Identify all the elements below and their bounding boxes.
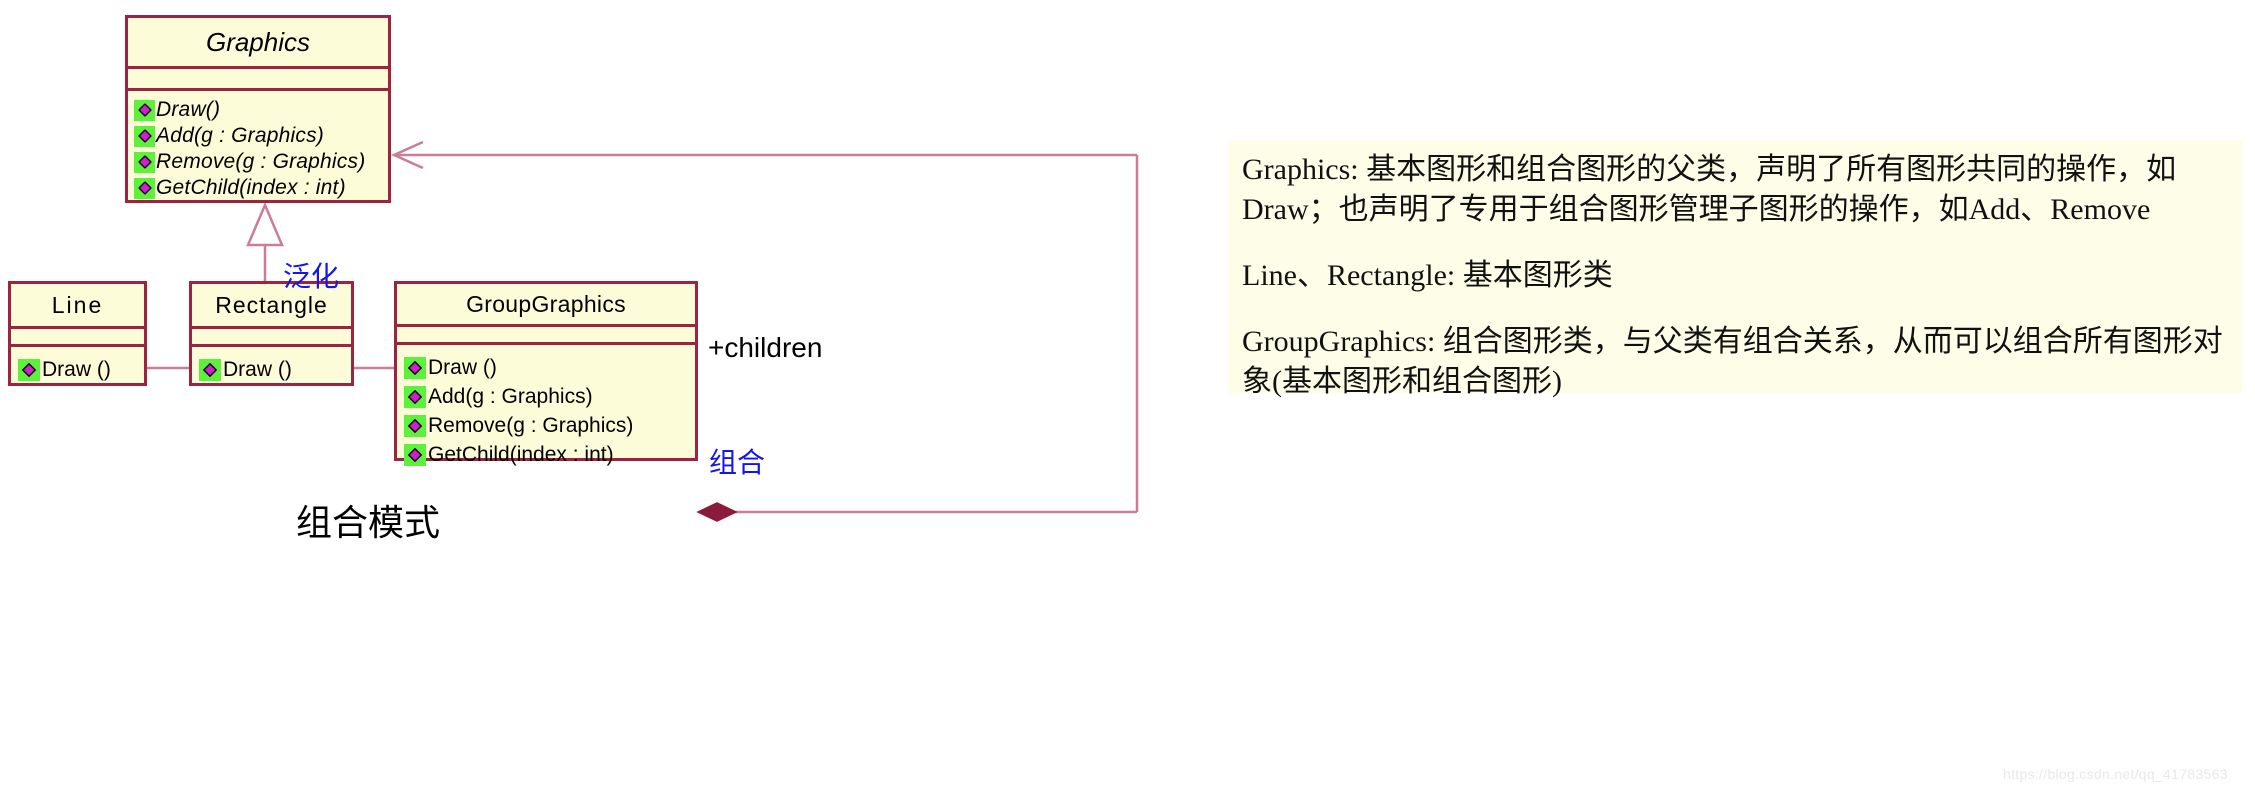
class-operations-line: Draw () xyxy=(11,344,144,384)
operation-diamond-icon xyxy=(134,151,155,173)
class-box-line[interactable]: Line Draw () xyxy=(8,281,147,386)
operation-diamond-icon xyxy=(404,443,426,466)
operation-row: Remove(g : Graphics) xyxy=(404,411,695,440)
operation-diamond-icon xyxy=(134,177,155,199)
operation-diamond-icon xyxy=(18,359,40,381)
class-attributes-line xyxy=(11,326,144,344)
operation-row: GetChild(index : int) xyxy=(404,440,695,469)
operation-row: GetChild(index : int) xyxy=(134,175,388,201)
operation-label: GetChild(index : int) xyxy=(428,442,614,466)
diagram-caption: 组合模式 xyxy=(296,503,441,544)
operation-diamond-icon xyxy=(404,414,426,437)
operation-label: Remove(g : Graphics) xyxy=(156,150,366,173)
operation-diamond-icon xyxy=(404,385,426,408)
operation-row: Add(g : Graphics) xyxy=(134,123,388,149)
composition-diamond xyxy=(696,502,738,522)
class-name-line: Line xyxy=(51,292,104,318)
class-name-groupgraphics: GroupGraphics xyxy=(466,291,626,317)
operation-diamond-icon xyxy=(134,125,155,147)
description-paragraph: Graphics: 基本图形和组合图形的父类，声明了所有图形共同的操作，如Dra… xyxy=(1242,153,2177,226)
description-paragraph: GroupGraphics: 组合图形类，与父类有组合关系，从而可以组合所有图形… xyxy=(1242,325,2223,398)
class-operations-groupgraphics: Draw () Add(g : Graphics) Remove(g : Gra… xyxy=(397,342,695,469)
operation-diamond-icon xyxy=(134,99,155,121)
description-paragraph: Line、Rectangle: 基本图形类 xyxy=(1242,259,1613,292)
operation-label: Draw () xyxy=(42,358,111,381)
operation-row: Draw() xyxy=(134,97,388,123)
class-attributes-graphics xyxy=(128,66,388,88)
operation-label: GetChild(index : int) xyxy=(156,176,346,199)
operation-label: Remove(g : Graphics) xyxy=(428,413,634,437)
operation-diamond-icon xyxy=(404,356,426,379)
operation-label: Draw () xyxy=(428,355,497,379)
generalization-annotation-label: 泛化 xyxy=(283,260,340,293)
composition-role-label: +children xyxy=(708,332,823,363)
class-attributes-groupgraphics xyxy=(397,324,695,342)
operation-label: Add(g : Graphics) xyxy=(428,384,593,408)
class-operations-rectangle: Draw () xyxy=(192,344,351,384)
operation-row: Add(g : Graphics) xyxy=(404,382,695,411)
operation-label: Draw () xyxy=(223,358,292,381)
operation-row: Draw () xyxy=(404,353,695,382)
class-attributes-rectangle xyxy=(192,326,351,344)
operation-label: Draw() xyxy=(156,98,221,121)
operation-row: Draw () xyxy=(18,356,144,384)
uml-diagram-canvas: Graphics Draw() Add(g : Graphics) Remove… xyxy=(0,0,2255,797)
description-panel: Graphics: 基本图形和组合图形的父类，声明了所有图形共同的操作，如Dra… xyxy=(1228,140,2242,398)
composition-annotation-label: 组合 xyxy=(709,446,766,479)
operation-row: Remove(g : Graphics) xyxy=(134,149,388,175)
watermark-text: https://blog.csdn.net/qq_41783563 xyxy=(2003,766,2228,782)
operation-row: Draw () xyxy=(199,356,351,384)
operation-label: Add(g : Graphics) xyxy=(156,124,324,147)
class-box-groupgraphics[interactable]: GroupGraphics Draw () Add(g : Graphics) … xyxy=(394,281,698,466)
class-box-graphics[interactable]: Graphics Draw() Add(g : Graphics) Remove… xyxy=(125,15,391,203)
class-name-graphics: Graphics xyxy=(205,27,311,57)
class-operations-graphics: Draw() Add(g : Graphics) Remove(g : Grap… xyxy=(128,88,388,201)
operation-diamond-icon xyxy=(199,359,221,381)
class-box-rectangle[interactable]: Rectangle Draw () xyxy=(189,281,354,386)
